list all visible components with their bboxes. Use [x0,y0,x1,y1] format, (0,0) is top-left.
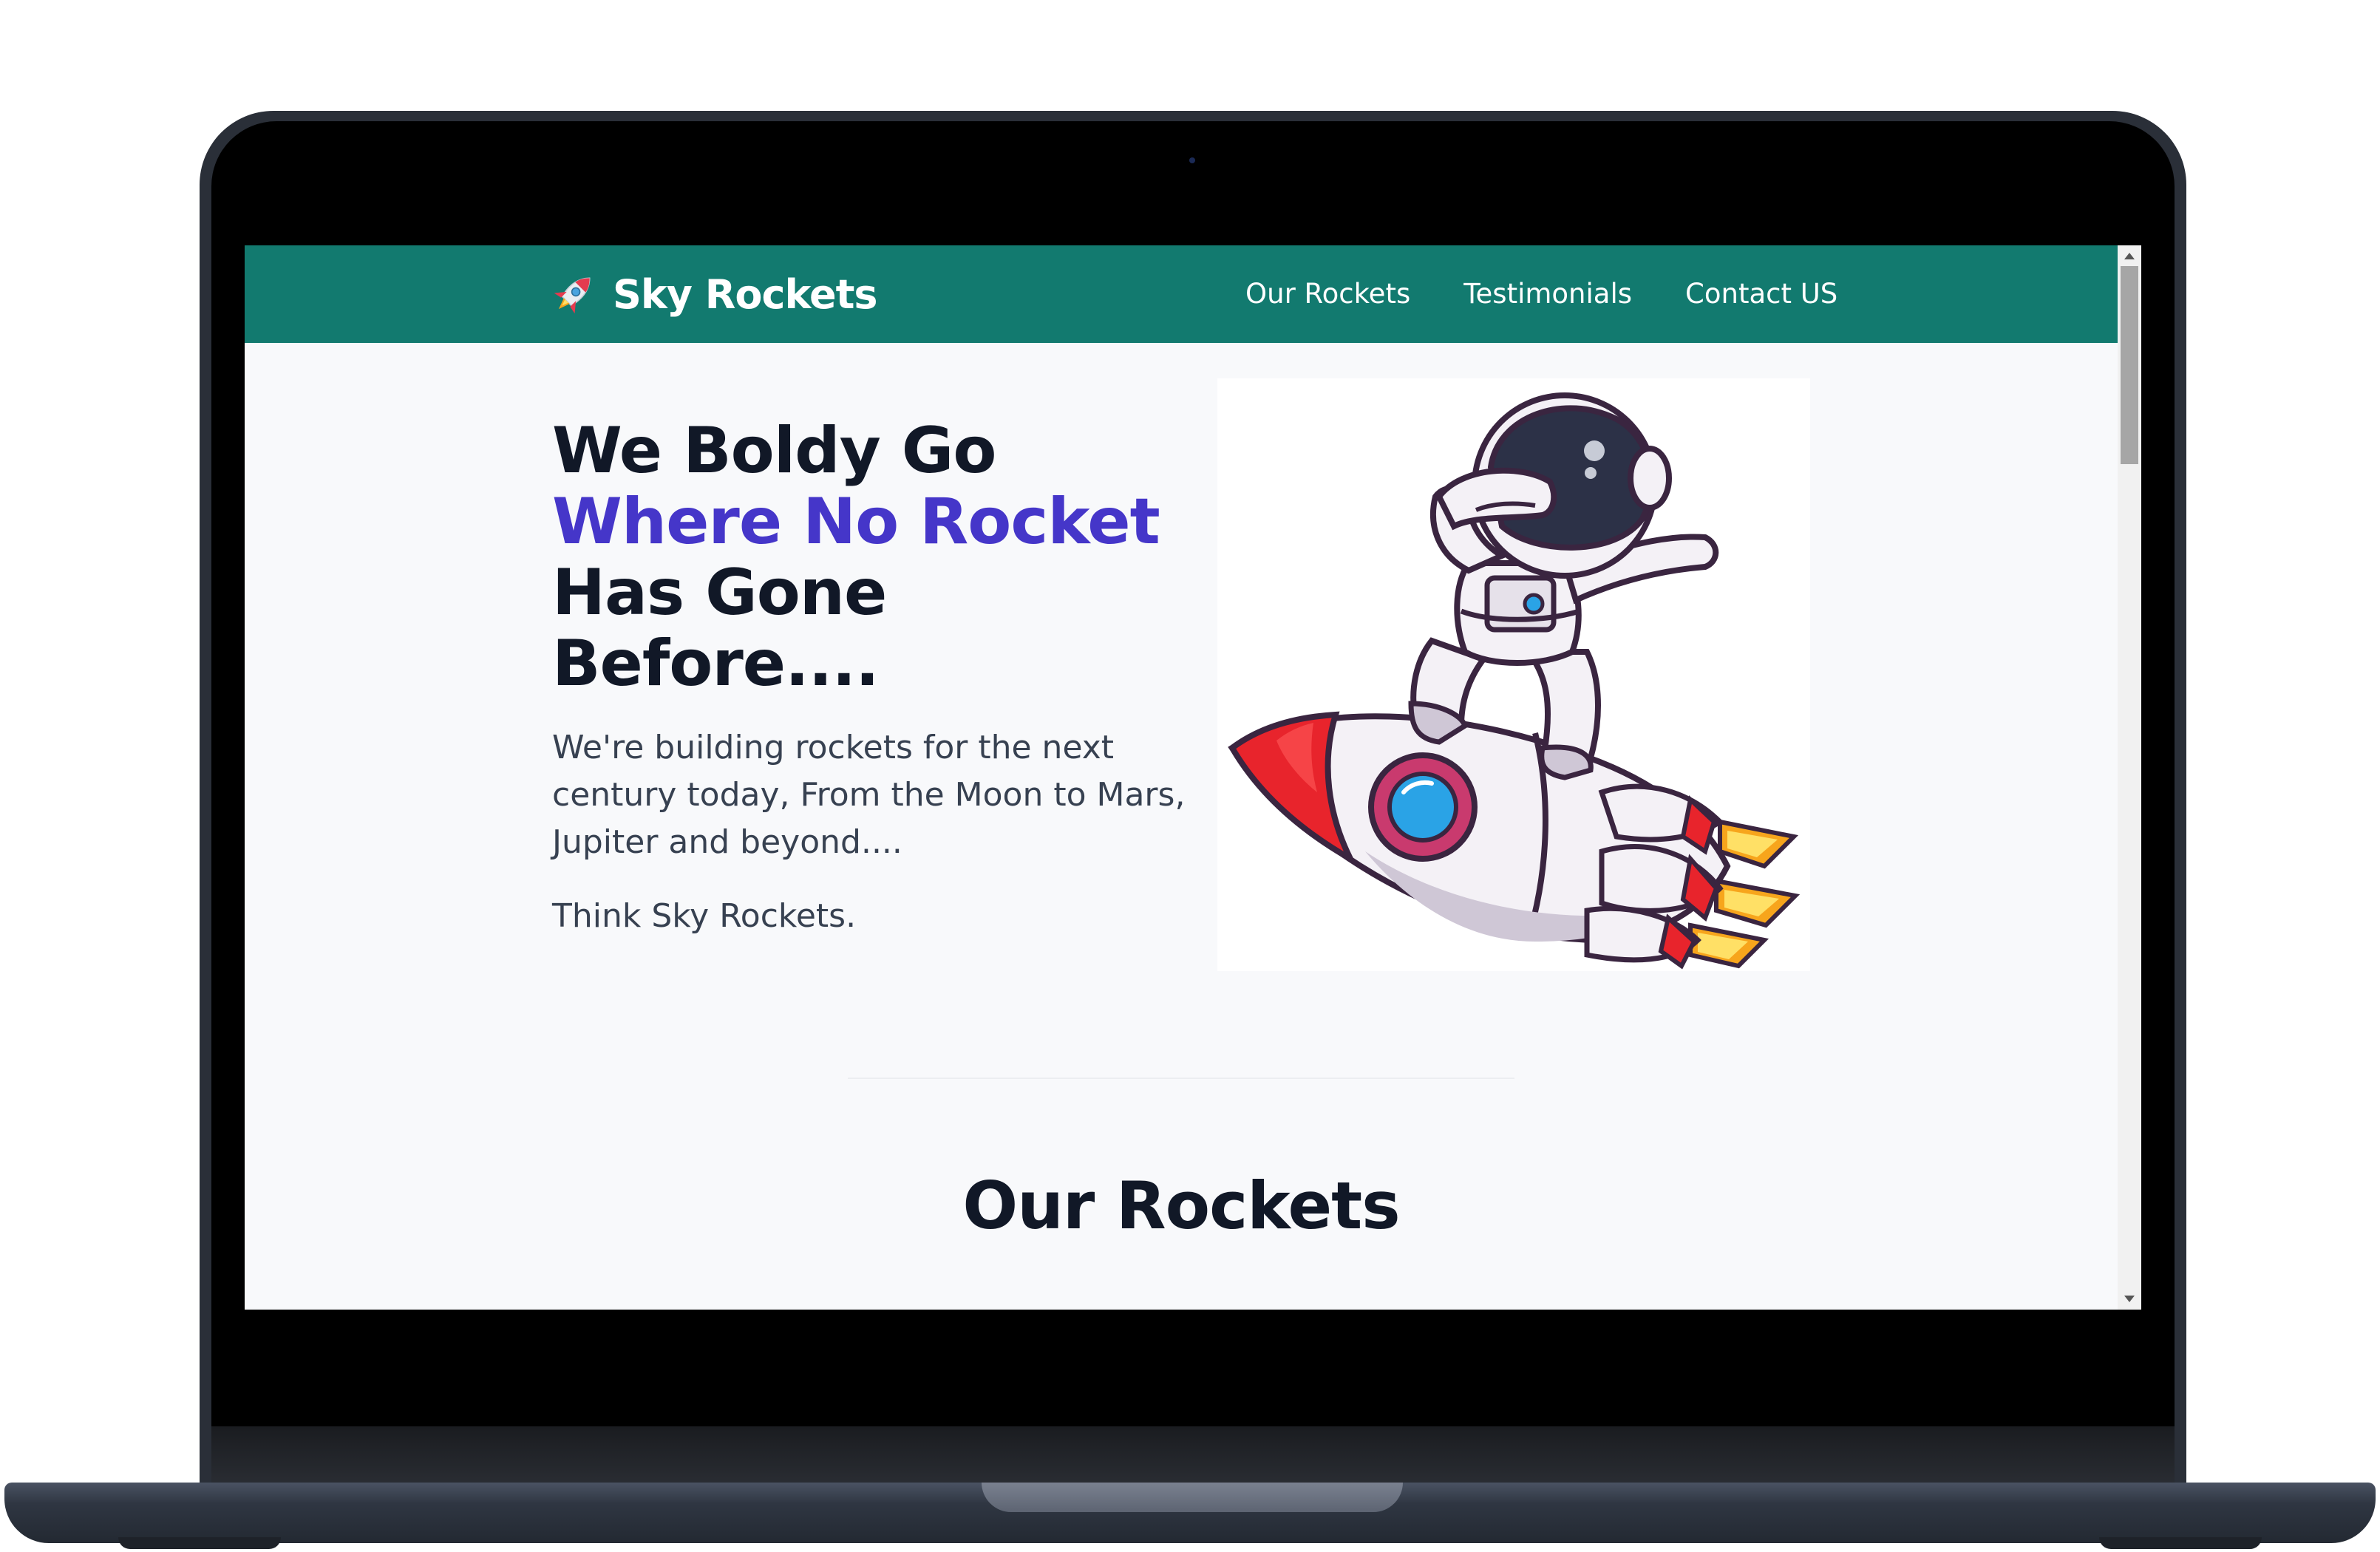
brand-name: Sky Rockets [613,270,878,318]
rocket-boosters [1584,783,1724,970]
camera-icon [1189,157,1195,163]
navbar: Sky Rockets Our Rockets Testimonials Con… [245,245,2118,343]
nav-link-contact-us[interactable]: Contact US [1685,272,1837,316]
hero-tagline: Think Sky Rockets. [552,897,857,935]
scroll-up-arrow-icon[interactable] [2124,253,2135,259]
hero-heading: We Boldy Go Where No Rocket Has Gone Bef… [552,415,1188,699]
laptop-hinge-notch [982,1483,1403,1512]
hero-heading-accent: Where No Rocket [552,485,1160,559]
device-mockup: Sky Rockets Our Rockets Testimonials Con… [0,0,2380,1552]
section-divider [848,1078,1514,1079]
rocket-icon [554,277,591,314]
laptop-foot-right [2099,1537,2262,1549]
laptop-bezel-bottom [211,1426,2175,1485]
astronaut-rocket-illustration [1228,392,1801,970]
nav-link-our-rockets[interactable]: Our Rockets [1245,272,1410,316]
astronaut [1408,392,1719,780]
nav-links: Our Rockets Testimonials Contact US [1245,272,1837,316]
hero-heading-line-4: Before.... [552,627,880,701]
browser-viewport: Sky Rockets Our Rockets Testimonials Con… [245,245,2141,1310]
our-rockets-heading: Our Rockets [962,1168,1400,1244]
brand-link[interactable]: Sky Rockets [548,268,878,321]
scroll-down-arrow-icon[interactable] [2124,1296,2135,1302]
hero-heading-line-1: We Boldy Go [552,414,996,488]
hero-illustration [1217,378,1810,971]
laptop-foot-left [118,1537,281,1549]
scrollbar-thumb[interactable] [2121,266,2138,464]
scrollbar[interactable] [2118,245,2141,1310]
hero-heading-line-3: Has Gone [552,556,887,630]
hero-description: We're building rockets for the next cent… [552,729,1186,861]
nav-link-testimonials[interactable]: Testimonials [1463,272,1632,316]
